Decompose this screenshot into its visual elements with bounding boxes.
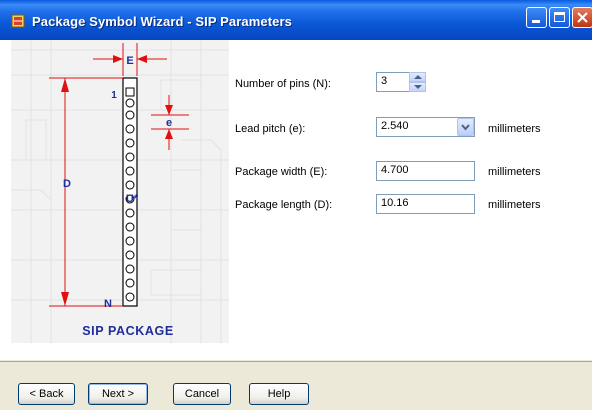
close-button[interactable] bbox=[572, 7, 592, 28]
pins-input[interactable]: 3 bbox=[376, 72, 410, 92]
maximize-icon bbox=[554, 12, 565, 22]
package-body bbox=[122, 77, 138, 307]
sip-package-diagram: E e D 1 N U* SIP PACKAGE bbox=[11, 40, 229, 343]
button-separator bbox=[0, 361, 592, 362]
dimension-arrows bbox=[61, 55, 173, 306]
label-pin-1: 1 bbox=[111, 90, 117, 101]
length-unit: millimeters bbox=[488, 199, 541, 211]
spin-up-button[interactable] bbox=[409, 72, 426, 82]
diagram-graphic: E e D 1 N U* SIP PACKAGE bbox=[11, 40, 229, 343]
diagram-caption: SIP PACKAGE bbox=[82, 324, 174, 338]
label-pin-N: N bbox=[104, 298, 112, 310]
minimize-icon bbox=[532, 20, 540, 23]
pins-label: Number of pins (N): bbox=[235, 78, 331, 90]
label-reference-designator: U* bbox=[126, 193, 139, 205]
pitch-unit: millimeters bbox=[488, 123, 541, 135]
label-e: e bbox=[166, 117, 172, 129]
label-E: E bbox=[126, 55, 133, 67]
label-D: D bbox=[63, 178, 71, 190]
chevron-down-icon bbox=[461, 124, 470, 131]
window-title: Package Symbol Wizard - SIP Parameters bbox=[32, 14, 292, 29]
length-label: Package length (D): bbox=[235, 199, 333, 211]
arrow-down-icon bbox=[414, 85, 422, 89]
next-button[interactable]: Next > bbox=[88, 383, 148, 405]
width-input[interactable]: 4.700 bbox=[376, 161, 475, 181]
pcb-background bbox=[11, 40, 229, 343]
dimension-lines bbox=[49, 43, 189, 307]
width-label: Package width (E): bbox=[235, 166, 328, 178]
pins-spinner[interactable] bbox=[409, 72, 426, 92]
back-button[interactable]: < Back bbox=[18, 383, 75, 405]
title-bar[interactable]: Package Symbol Wizard - SIP Parameters bbox=[0, 0, 592, 40]
cancel-button[interactable]: Cancel bbox=[173, 383, 231, 405]
wizard-window: Package Symbol Wizard - SIP Parameters E… bbox=[0, 0, 592, 410]
maximize-button[interactable] bbox=[549, 7, 570, 28]
pitch-dropdown-button[interactable] bbox=[457, 118, 474, 136]
width-unit: millimeters bbox=[488, 166, 541, 178]
spin-down-button[interactable] bbox=[409, 82, 426, 92]
app-icon bbox=[11, 14, 25, 28]
arrow-up-icon bbox=[414, 75, 422, 79]
pitch-label: Lead pitch (e): bbox=[235, 123, 306, 135]
minimize-button[interactable] bbox=[526, 7, 547, 28]
close-icon bbox=[577, 12, 588, 23]
length-input[interactable]: 10.16 bbox=[376, 194, 475, 214]
help-button[interactable]: Help bbox=[249, 383, 309, 405]
